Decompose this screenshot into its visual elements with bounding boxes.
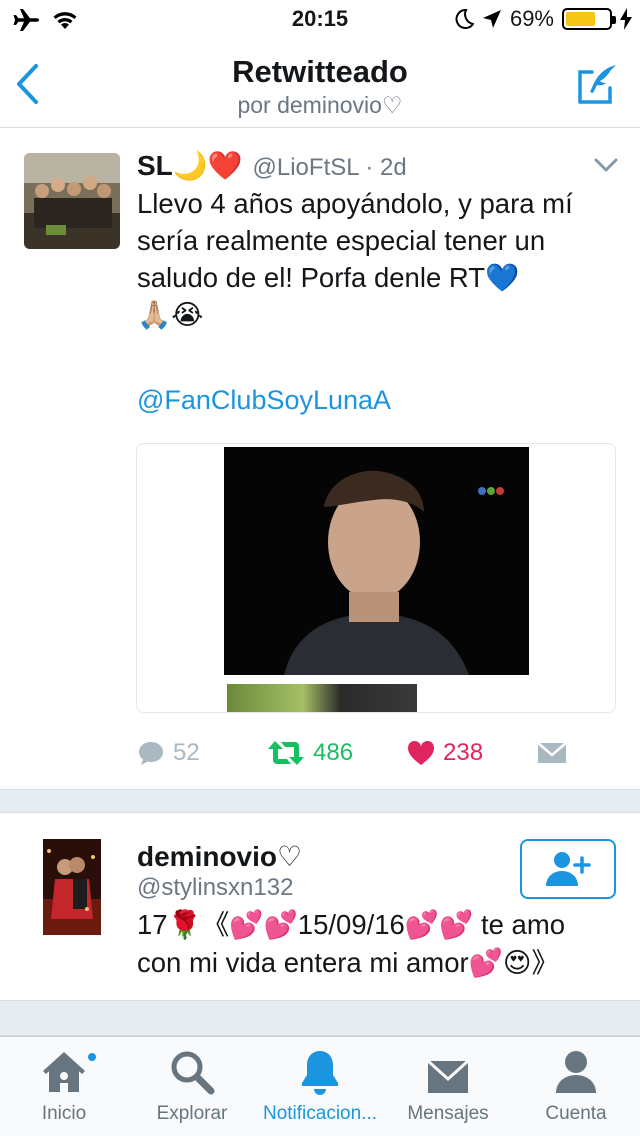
section-separator [0,1000,640,1036]
direct-message-button[interactable] [537,741,567,765]
page-subtitle: por deminovio♡ [237,92,403,118]
tweet-card[interactable]: SL🌙❤️ @LioFtSL · 2d Llevo 4 años apoyánd… [0,129,640,789]
tab-icon-wrap [40,1037,88,1099]
tab-label: Explorar [156,1103,228,1124]
add-user-icon [546,852,591,886]
tab-cuenta[interactable]: Cuenta [512,1037,640,1136]
reply-icon [139,742,163,765]
tweet-actions: 52 486 238 [137,735,567,771]
envelope-icon [537,742,567,763]
user-handle: @stylinsxn132 [137,874,294,901]
tweet-menu-button[interactable] [594,157,618,173]
follow-button[interactable] [520,839,616,899]
retweet-button[interactable]: 486 [267,739,407,767]
person-icon [556,1051,596,1093]
tweet-text-line: con mi vida entera mi amor💕😍》 [137,947,560,978]
new-content-dot [86,1051,98,1063]
heart-icon [407,740,435,765]
tweet-text-line: saludo de el! Porfa denle RT💙 [137,262,520,293]
like-button[interactable]: 238 [407,739,537,767]
video-thumbnail[interactable] [224,447,529,675]
charging-bolt-icon [620,8,632,30]
status-bar: 20:15 69% [0,0,640,40]
avatar[interactable] [24,153,120,249]
compose-button[interactable] [576,62,620,106]
media-card[interactable] [136,443,616,713]
home-icon [43,1052,85,1092]
avatar[interactable] [43,839,101,935]
compose-icon [578,65,616,104]
tweet-text-line: 🙏🏼😭 [137,299,204,330]
avatar-photo [24,153,120,249]
nav-bar: Retwitteado por deminovio♡ [0,40,640,128]
envelope-icon [426,1059,470,1093]
retweet-icon [268,741,304,765]
reply-button[interactable]: 52 [137,739,267,767]
reply-count: 52 [173,739,200,766]
user-name[interactable]: deminovio♡ [137,840,302,873]
author-handle: @LioFtSL · 2d [252,154,407,181]
mention-link[interactable]: @FanClubSoyLunaA [137,385,391,416]
tab-icon-wrap [426,1037,470,1099]
chevron-down-icon [594,158,618,172]
tab-mensajes[interactable]: Mensajes [384,1037,512,1136]
battery-percent: 69% [509,6,554,31]
media-second-image[interactable] [227,684,417,712]
section-separator [0,789,640,813]
tab-explorar[interactable]: Explorar [128,1037,256,1136]
tab-label: Mensajes [407,1103,489,1124]
tab-icon-wrap [299,1037,341,1099]
tweet-text: 17🌹《💕💕15/09/16💕💕 te amo con mi vida ente… [137,906,627,982]
page-title: Retwitteado [232,54,408,89]
tab-notificaciones[interactable]: Notificacion... [256,1037,384,1136]
author-name[interactable]: SL🌙❤️ [137,149,243,182]
tweet-text-line: Llevo 4 años apoyándolo, y para mí [137,188,573,219]
like-count: 238 [443,739,484,766]
moon-icon [455,8,474,29]
tab-inicio[interactable]: Inicio [0,1037,128,1136]
video-frame-image [224,447,529,675]
tab-icon-wrap [169,1037,215,1099]
tweet-text-line: sería realmente especial tener un [137,225,546,256]
tab-icon-wrap [554,1037,598,1099]
tab-label: Notificacion... [262,1103,378,1124]
tab-bar: Inicio Explorar Notificacion... Mensajes [0,1036,640,1136]
search-icon [171,1051,215,1095]
avatar-photo [43,839,101,935]
tab-label: Inicio [41,1103,87,1124]
tab-label: Cuenta [545,1103,607,1124]
battery-icon [562,8,616,30]
retweet-count: 486 [313,739,354,766]
tweet-text: Llevo 4 años apoyándolo, y para mí sería… [137,185,617,333]
tweet-card[interactable]: deminovio♡ @stylinsxn132 17🌹《💕💕15/09/16💕… [0,812,640,1000]
bell-icon [302,1051,338,1095]
location-arrow-icon [482,10,501,28]
tweet-header: SL🌙❤️ @LioFtSL · 2d [137,149,407,182]
status-right-icons: 69% [454,6,632,32]
tweet-text-line: 17🌹《💕💕15/09/16💕💕 te amo [137,909,566,940]
